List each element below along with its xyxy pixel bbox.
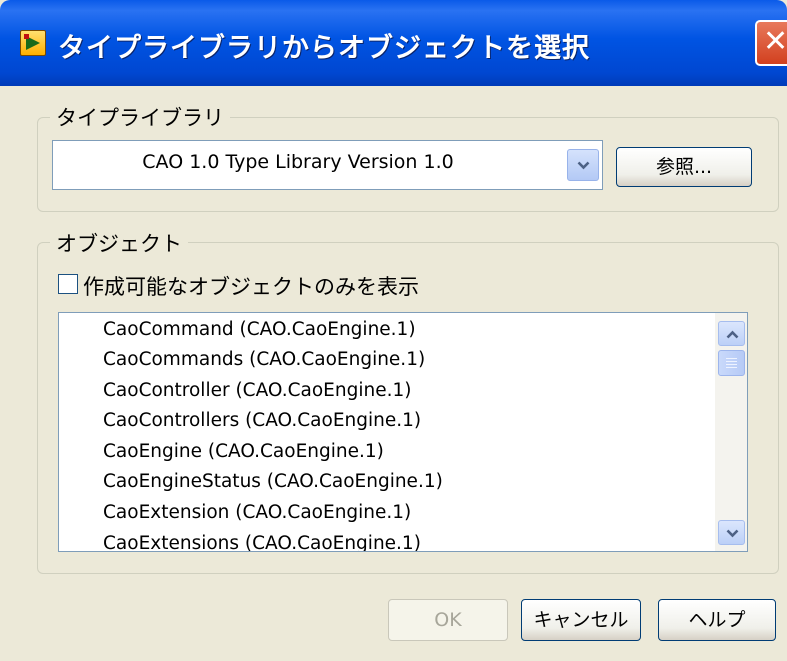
type-library-selected: CAO 1.0 Type Library Version 1.0 (142, 151, 454, 173)
title-bar[interactable]: タイプライブラリからオブジェクトを選択 ✕ (0, 0, 787, 86)
creatable-only-label[interactable]: 作成可能なオブジェクトのみを表示 (83, 271, 419, 301)
object-list[interactable]: CaoCommand (CAO.CaoEngine.1) CaoCommands… (58, 312, 748, 552)
list-item[interactable]: CaoExtension (CAO.CaoEngine.1) (103, 502, 411, 523)
list-item[interactable]: CaoEngineStatus (CAO.CaoEngine.1) (103, 471, 443, 492)
list-item[interactable]: CaoEngine (CAO.CaoEngine.1) (103, 441, 384, 462)
type-library-group-label: タイプライブラリ (50, 102, 230, 132)
type-library-dropdown[interactable]: CAO 1.0 Type Library Version 1.0 (52, 140, 603, 190)
list-item[interactable]: CaoCommands (CAO.CaoEngine.1) (103, 349, 425, 370)
scroll-down-icon (726, 529, 739, 538)
browse-button[interactable]: 参照... (616, 147, 752, 187)
scroll-up-button[interactable] (718, 321, 745, 346)
window-title: タイプライブラリからオブジェクトを選択 (58, 33, 590, 64)
scroll-up-icon (726, 330, 739, 339)
objects-group-label: オブジェクト (50, 228, 188, 258)
scroll-down-button[interactable] (718, 520, 745, 545)
object-list-scrollbar[interactable] (715, 313, 747, 551)
app-icon (20, 30, 46, 56)
close-icon: ✕ (763, 24, 787, 59)
list-item[interactable]: CaoCommand (CAO.CaoEngine.1) (103, 319, 416, 340)
ok-button[interactable]: OK (388, 599, 508, 641)
list-item[interactable]: CaoExtensions (CAO.CaoEngine.1) (103, 533, 421, 551)
close-button[interactable]: ✕ (755, 20, 787, 66)
scroll-thumb[interactable] (718, 350, 745, 376)
help-button[interactable]: ヘルプ (658, 599, 776, 641)
dropdown-arrow-icon[interactable] (567, 149, 599, 181)
creatable-only-checkbox[interactable] (58, 274, 78, 294)
list-item[interactable]: CaoControllers (CAO.CaoEngine.1) (103, 410, 421, 431)
cancel-button[interactable]: キャンセル (521, 599, 641, 641)
list-item[interactable]: CaoController (CAO.CaoEngine.1) (103, 380, 411, 401)
